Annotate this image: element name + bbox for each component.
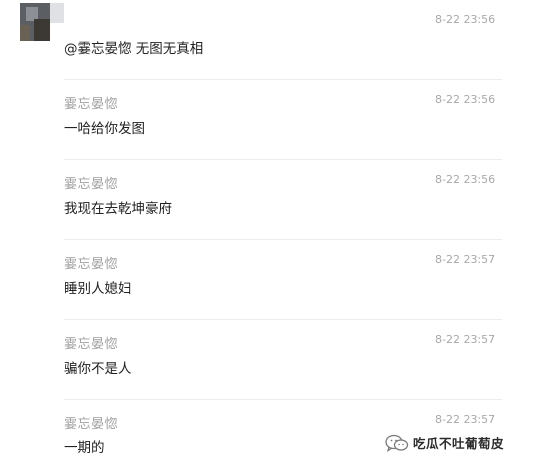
- reply-time: 8-22 23:56: [435, 13, 496, 26]
- reply-text: 无图无真相: [131, 41, 204, 57]
- mention-link[interactable]: @霎忘晏惚: [64, 41, 132, 57]
- reply-content: 睡别人媳妇: [64, 281, 132, 297]
- reply-author[interactable]: 霎忘晏惚: [64, 93, 118, 112]
- wechat-icon: [385, 434, 409, 452]
- reply-time: 8-22 23:57: [435, 413, 496, 426]
- reply-author[interactable]: 霎忘晏惚: [64, 253, 118, 272]
- reply-author[interactable]: 霎忘晏惚: [64, 333, 118, 352]
- reply-item: 8-22 23:56 @霎忘晏惚 无图无真相: [0, 0, 537, 80]
- reply-time: 8-22 23:57: [435, 253, 496, 266]
- reply-content: @霎忘晏惚 无图无真相: [64, 37, 203, 57]
- reply-author[interactable]: 霎忘晏惚: [64, 413, 118, 432]
- reply-content: 一期的: [64, 440, 105, 456]
- avatar[interactable]: [20, 3, 50, 41]
- watermark: 吃瓜不吐葡萄皮: [385, 433, 504, 452]
- reply-content: 我现在去乾坤豪府: [64, 201, 172, 217]
- reply-item: 霎忘晏惚 8-22 23:57 骗你不是人: [0, 320, 537, 400]
- blurred-name-area: [50, 3, 64, 23]
- watermark-text: 吃瓜不吐葡萄皮: [413, 436, 505, 451]
- reply-time: 8-22 23:56: [435, 173, 496, 186]
- reply-content: 骗你不是人: [64, 361, 132, 377]
- reply-item: 霎忘晏惚 8-22 23:57 睡别人媳妇: [0, 240, 537, 320]
- reply-time: 8-22 23:57: [435, 333, 496, 346]
- reply-item: 霎忘晏惚 8-22 23:56 一哈给你发图: [0, 80, 537, 160]
- reply-item: 霎忘晏惚 8-22 23:57 一期的: [0, 400, 537, 463]
- reply-content: 一哈给你发图: [64, 121, 145, 137]
- reply-time: 8-22 23:56: [435, 93, 496, 106]
- reply-item: 霎忘晏惚 8-22 23:56 我现在去乾坤豪府: [0, 160, 537, 240]
- reply-author[interactable]: 霎忘晏惚: [64, 173, 118, 192]
